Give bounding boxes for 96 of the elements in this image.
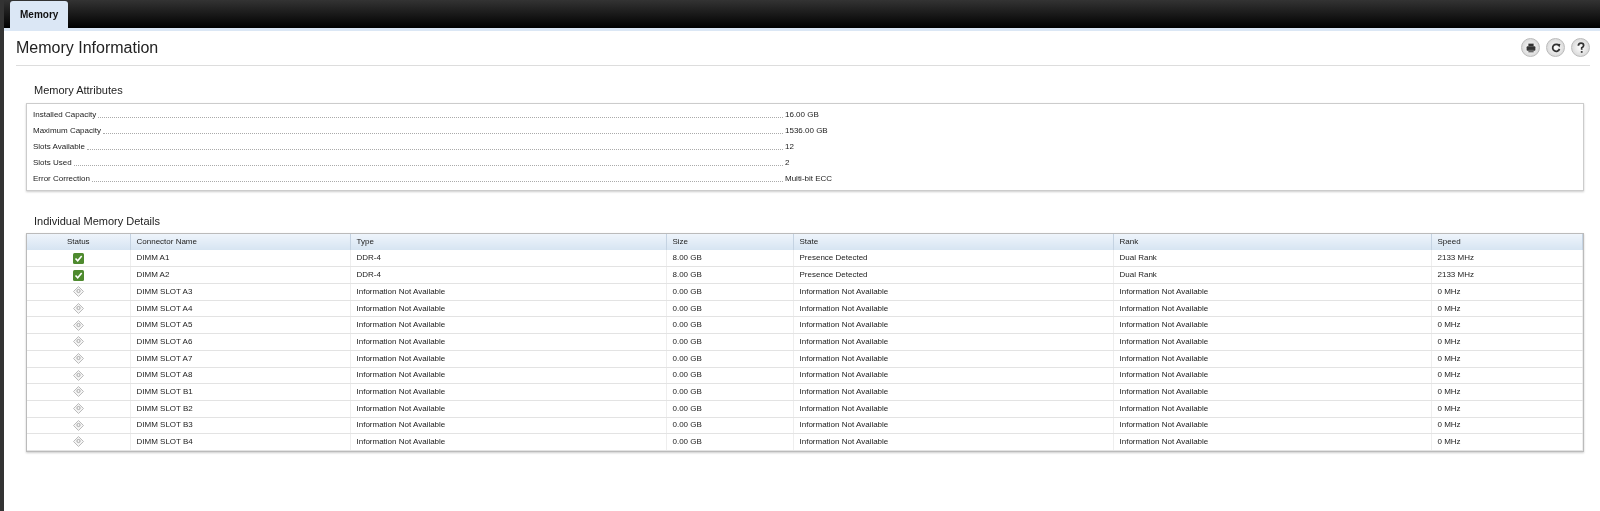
tab[interactable]: Memory [10, 1, 69, 28]
help-button[interactable] [1571, 38, 1590, 58]
table-cell: Information Not Available [1113, 333, 1431, 351]
table-cell: DIMM SLOT B4 [130, 433, 350, 451]
attribute-label: Slots Used [33, 156, 72, 169]
column-header: State [793, 234, 1113, 251]
table-cell: DIMM SLOT A8 [130, 367, 350, 384]
table-cell: Information Not Available [1113, 283, 1431, 301]
table-cell: Information Not Available [350, 417, 666, 434]
table-cell: Presence Detected [793, 266, 1113, 284]
table-cell: DIMM SLOT B1 [130, 383, 350, 401]
table-cell: 0 MHz [1431, 333, 1583, 351]
table-cell: Presence Detected [793, 250, 1113, 267]
table-cell: Information Not Available [793, 417, 1113, 434]
column-header: Status [27, 234, 130, 251]
attribute-value: 2 [785, 156, 790, 169]
attribute-value: Multi-bit ECC [785, 172, 833, 185]
table-cell: 0.00 GB [666, 400, 793, 418]
table-cell: 0.00 GB [666, 316, 793, 334]
attribute-label: Error Correction [33, 172, 90, 185]
table-cell: DIMM A2 [130, 266, 350, 284]
table-cell: 0 MHz [1431, 350, 1583, 367]
table-cell: Information Not Available [1113, 400, 1431, 418]
table-cell: Information Not Available [1113, 367, 1431, 384]
table-cell: Information Not Available [1113, 316, 1431, 334]
column-header: Connector Name [130, 234, 350, 251]
table-cell: Information Not Available [1113, 383, 1431, 401]
table-cell: DIMM SLOT B2 [130, 400, 350, 418]
table-cell: 0.00 GB [666, 350, 793, 367]
table-cell: Information Not Available [1113, 433, 1431, 451]
attribute-label: Installed Capacity [33, 108, 97, 121]
table-cell: 0.00 GB [666, 383, 793, 401]
table-cell: 0.00 GB [666, 417, 793, 434]
table-cell: Information Not Available [350, 316, 666, 334]
column-header: Type [350, 234, 666, 251]
section-title: Individual Memory Details [34, 213, 161, 229]
table-cell: 2133 MHz [1431, 250, 1583, 267]
table-cell: DIMM SLOT A5 [130, 316, 350, 334]
table-cell: DIMM SLOT B3 [130, 417, 350, 434]
print-button[interactable] [1521, 38, 1540, 58]
table-cell: Information Not Available [793, 333, 1113, 351]
table-cell: Information Not Available [350, 400, 666, 418]
table-cell: 0.00 GB [666, 300, 793, 317]
table-cell: 0 MHz [1431, 300, 1583, 317]
table-cell: DIMM SLOT A7 [130, 350, 350, 367]
table-cell: 0 MHz [1431, 417, 1583, 434]
table-cell: Information Not Available [793, 383, 1113, 401]
table-cell: Information Not Available [1113, 417, 1431, 434]
table-cell: Information Not Available [1113, 350, 1431, 367]
table-cell: 0 MHz [1431, 433, 1583, 451]
table-cell: Information Not Available [793, 367, 1113, 384]
table-cell: 0 MHz [1431, 383, 1583, 401]
table-cell: Information Not Available [350, 383, 666, 401]
table-cell: Information Not Available [793, 400, 1113, 418]
table-cell: DDR-4 [350, 250, 666, 267]
table-cell: Information Not Available [793, 300, 1113, 317]
table-cell: 8.00 GB [666, 266, 793, 284]
table-cell: Information Not Available [350, 350, 666, 367]
table-cell: 2133 MHz [1431, 266, 1583, 284]
table-cell: 0 MHz [1431, 316, 1583, 334]
column-header: Size [666, 234, 793, 251]
attribute-label: Slots Available [33, 140, 85, 153]
table-cell: Information Not Available [793, 283, 1113, 301]
column-header: Speed [1431, 234, 1583, 251]
table-cell: 0.00 GB [666, 333, 793, 351]
attribute-value: 1536.00 GB [785, 124, 828, 137]
table-cell: DIMM SLOT A3 [130, 283, 350, 301]
attribute-value: 12 [785, 140, 794, 153]
table-cell: Information Not Available [793, 350, 1113, 367]
table-cell: DDR-4 [350, 266, 666, 284]
column-header: Rank [1113, 234, 1431, 251]
table-cell: 0.00 GB [666, 283, 793, 301]
table-cell: Information Not Available [350, 433, 666, 451]
refresh-button[interactable] [1546, 38, 1565, 58]
attribute-value: 16.00 GB [785, 108, 819, 121]
table-cell: DIMM SLOT A6 [130, 333, 350, 351]
table-cell: Dual Rank [1113, 250, 1431, 267]
table-cell: 0.00 GB [666, 433, 793, 451]
table-cell: Information Not Available [350, 300, 666, 317]
table-cell: Dual Rank [1113, 266, 1431, 284]
table-cell: Information Not Available [350, 333, 666, 351]
attribute-label: Maximum Capacity [33, 124, 101, 137]
table-cell: 8.00 GB [666, 250, 793, 267]
table-cell: 0 MHz [1431, 400, 1583, 418]
table-cell: DIMM A1 [130, 250, 350, 267]
section-title: Memory Attributes [34, 83, 124, 99]
table-cell: Information Not Available [793, 433, 1113, 451]
table-cell: DIMM SLOT A4 [130, 300, 350, 317]
table-cell: Information Not Available [350, 367, 666, 384]
table-cell: Information Not Available [350, 283, 666, 301]
table-cell: Information Not Available [793, 316, 1113, 334]
table-cell: 0 MHz [1431, 283, 1583, 301]
page-title: Memory Information [16, 38, 160, 58]
table-cell: 0.00 GB [666, 367, 793, 384]
table-cell: Information Not Available [1113, 300, 1431, 317]
table-cell: 0 MHz [1431, 367, 1583, 384]
